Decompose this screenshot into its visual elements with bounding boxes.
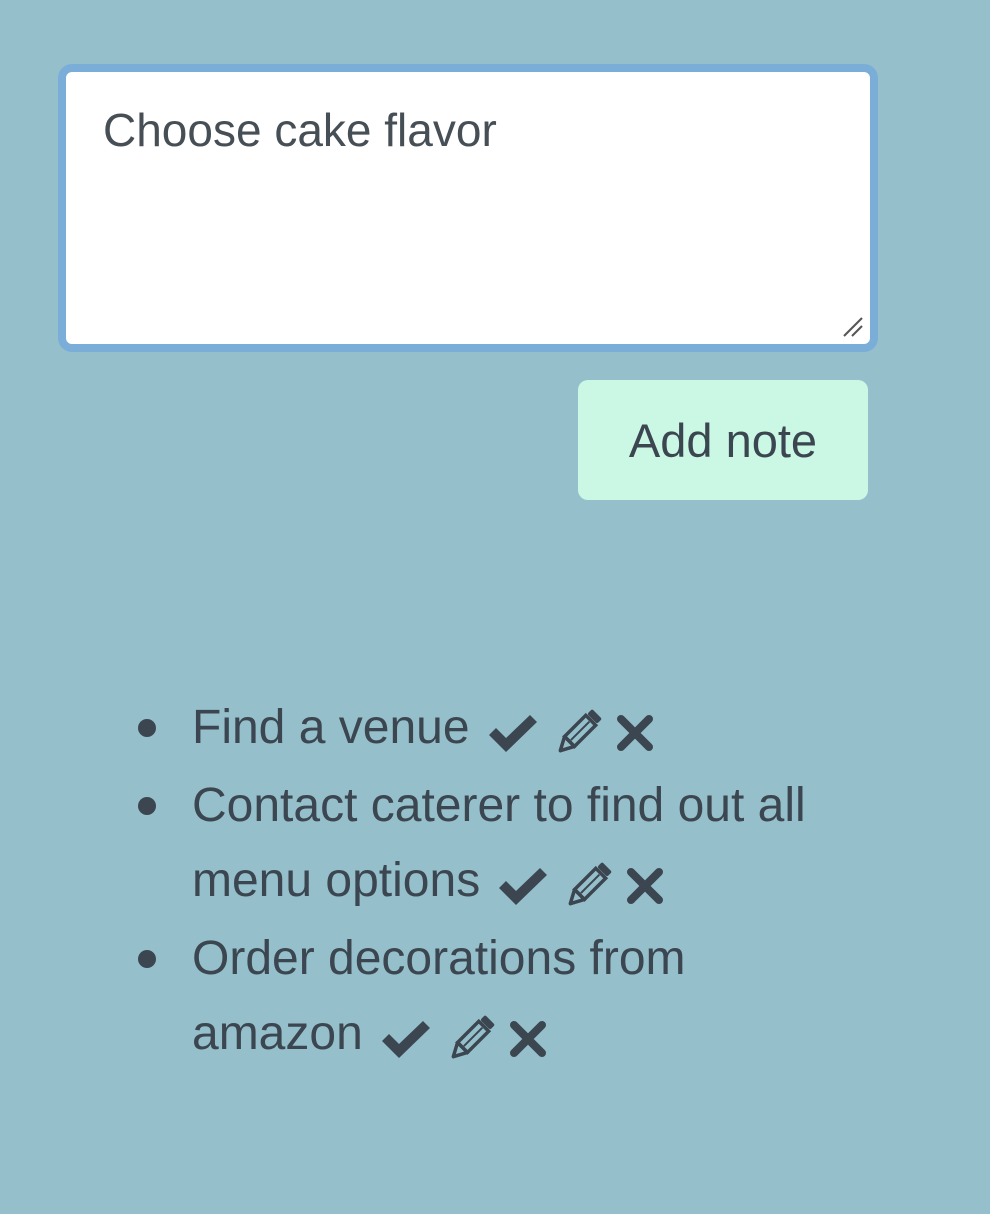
resize-handle-icon[interactable] — [840, 314, 864, 338]
add-note-button[interactable]: Add note — [578, 380, 868, 500]
close-icon[interactable] — [626, 867, 664, 905]
pencil-icon[interactable] — [562, 860, 614, 912]
note-form: Choose cake flavor Add note — [58, 64, 878, 500]
close-icon[interactable] — [616, 714, 654, 752]
note-item: Contact caterer to find out all menu opt… — [136, 768, 876, 921]
note-input[interactable]: Choose cake flavor — [66, 72, 870, 344]
note-actions — [486, 693, 666, 768]
check-icon[interactable] — [379, 1019, 433, 1059]
pencil-icon[interactable] — [445, 1013, 497, 1065]
bullet-icon — [138, 949, 156, 968]
note-text: Find a venue — [192, 701, 470, 754]
note-item: Find a venue — [136, 690, 876, 768]
check-icon[interactable] — [486, 713, 540, 753]
bullet-icon — [138, 719, 156, 737]
note-actions — [496, 846, 676, 921]
notes-list: Find a venue Contact caterer to find out… — [136, 690, 876, 1073]
note-item: Order decorations from amazon — [136, 921, 876, 1074]
close-icon[interactable] — [509, 1020, 547, 1058]
note-actions — [379, 998, 559, 1073]
check-icon[interactable] — [496, 866, 550, 906]
bullet-icon — [138, 796, 156, 815]
pencil-icon[interactable] — [552, 707, 604, 759]
note-textarea-wrapper: Choose cake flavor — [58, 64, 878, 352]
